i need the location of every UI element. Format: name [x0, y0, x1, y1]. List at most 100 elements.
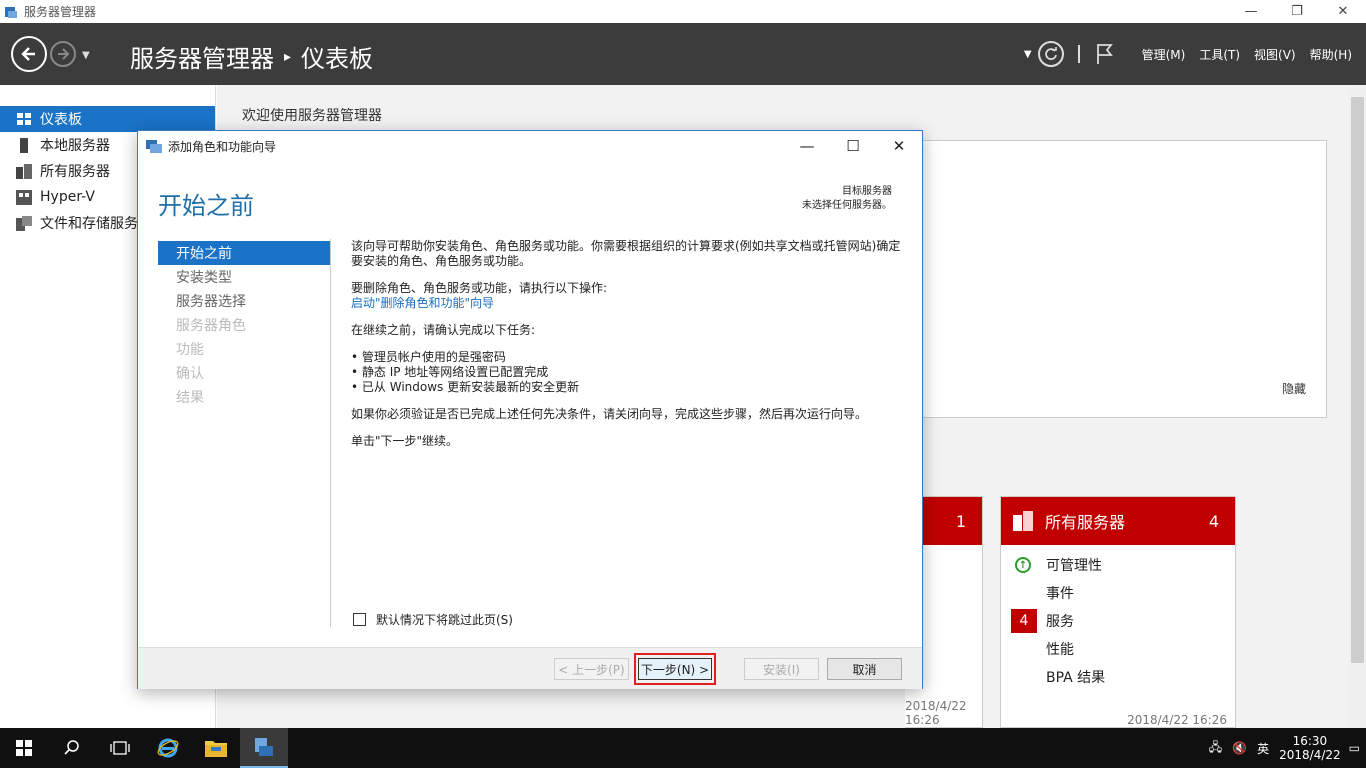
sidebar-item-dashboard[interactable]: 仪表板 — [0, 106, 215, 132]
skip-page-option[interactable]: 默认情况下将跳过此页(S) — [353, 611, 513, 628]
step-server-roles: 服务器角色 — [176, 318, 246, 334]
search-icon — [64, 740, 79, 755]
maximize-button[interactable]: ❐ — [1274, 0, 1320, 23]
hyperv-icon — [16, 189, 32, 205]
sidebar-item-label: 所有服务器 — [40, 164, 110, 180]
start-button[interactable] — [0, 728, 48, 768]
breadcrumb-root[interactable]: 服务器管理器 — [130, 39, 274, 74]
windows-icon — [16, 740, 32, 756]
prereq-list: 管理员帐户使用的是强密码 静态 IP 地址等网络设置已配置完成 已从 Windo… — [351, 350, 906, 395]
tile-row-bpa[interactable]: BPA 结果 — [1001, 663, 1235, 691]
taskbar-server-manager[interactable] — [240, 728, 288, 768]
verify-paragraph: 如果你必须验证是否已完成上述任何先决条件，请关闭向导，完成这些步骤，然后再次运行… — [351, 407, 868, 421]
steps-divider — [330, 239, 331, 627]
alert-badge: 4 — [1011, 609, 1037, 633]
tile-row-performance[interactable]: 性能 — [1001, 635, 1235, 663]
hide-link[interactable]: 隐藏 — [1282, 380, 1306, 397]
tile-row-services[interactable]: 4 服务 — [1001, 607, 1235, 635]
menu-manage[interactable]: 管理(M) — [1142, 46, 1186, 63]
skip-page-checkbox[interactable] — [353, 613, 366, 626]
tile-title: 所有服务器 — [1045, 513, 1126, 532]
network-icon[interactable]: 🖧 — [1209, 738, 1222, 759]
tile-row-label: 性能 — [1046, 642, 1074, 658]
servers-icon — [16, 163, 32, 179]
task-view-button[interactable] — [96, 728, 144, 768]
previous-button: < 上一步(P) — [554, 658, 629, 680]
breadcrumb-separator-icon: ▸ — [284, 48, 292, 65]
menu-help[interactable]: 帮助(H) — [1310, 46, 1352, 63]
close-button[interactable]: ✕ — [1320, 0, 1366, 23]
input-method-indicator[interactable]: 英 — [1257, 740, 1269, 757]
remove-roles-link[interactable]: 启动"删除角色和功能"向导 — [351, 296, 494, 310]
clock-date: 2018/4/22 — [1279, 748, 1341, 762]
tile-row-label: 服务 — [1046, 614, 1074, 630]
install-button: 安装(I) — [744, 658, 819, 680]
main-scrollbar[interactable] — [1349, 85, 1366, 728]
step-installation-type[interactable]: 安装类型 — [158, 265, 330, 289]
wizard-content: 该向导可帮助你安装角色、角色服务或功能。你需要根据组织的计算要求(例如共享文档或… — [351, 239, 906, 461]
continue-hint: 单击"下一步"继续。 — [351, 434, 459, 448]
prereq-heading: 在继续之前，请确认完成以下任务: — [351, 323, 536, 337]
volume-icon[interactable]: 🔇 — [1232, 741, 1247, 755]
window-title: 服务器管理器 — [24, 5, 97, 19]
target-server-info: 目标服务器 未选择任何服务器。 — [802, 185, 892, 213]
tile-count: 4 — [1208, 511, 1219, 531]
sidebar-item-label: 仪表板 — [40, 112, 82, 128]
tile-timestamp: 2018/4/22 16:26 — [905, 699, 967, 727]
taskbar-file-explorer[interactable] — [192, 728, 240, 768]
dialog-heading: 开始之前 — [158, 192, 254, 220]
server-manager-icon — [255, 738, 273, 756]
clock[interactable]: 16:30 2018/4/22 — [1279, 734, 1341, 762]
status-ok-icon: ↑ — [1015, 557, 1031, 573]
window-titlebar: 服务器管理器 — ❐ ✕ — [0, 0, 1366, 23]
dropdown-icon[interactable]: ▼ — [1024, 49, 1032, 60]
step-server-selection[interactable]: 服务器选择 — [158, 289, 330, 313]
scrollbar-thumb[interactable] — [1351, 97, 1364, 663]
task-view-icon — [110, 741, 130, 755]
remove-instructions: 要删除角色、角色服务或功能，请执行以下操作: — [351, 281, 608, 295]
system-tray: 🖧 🔇 英 16:30 2018/4/22 ▭ — [1209, 728, 1366, 768]
tile-row-label: BPA 结果 — [1046, 670, 1106, 686]
dialog-minimize-button[interactable]: — — [784, 131, 830, 161]
server-icon — [16, 137, 32, 153]
storage-icon — [16, 215, 32, 231]
forward-button[interactable] — [50, 41, 76, 67]
wizard-icon — [146, 140, 162, 153]
taskbar: 🖧 🔇 英 16:30 2018/4/22 ▭ — [0, 728, 1366, 768]
step-confirmation: 确认 — [176, 366, 204, 382]
step-before-you-begin[interactable]: 开始之前 — [158, 241, 330, 265]
step-features: 功能 — [176, 342, 204, 358]
tile-header[interactable]: 所有服务器 4 — [1001, 497, 1235, 545]
intro-paragraph: 该向导可帮助你安装角色、角色服务或功能。你需要根据组织的计算要求(例如共享文档或… — [351, 239, 901, 268]
search-button[interactable] — [48, 728, 96, 768]
tile-all-servers[interactable]: 所有服务器 4 ↑ 可管理性 事件 4 服务 性能 BPA 结果 2018/4/… — [1000, 496, 1236, 728]
tile-row-label: 事件 — [1046, 586, 1074, 602]
tile-row-manageability[interactable]: ↑ 可管理性 — [1001, 551, 1235, 579]
tile-row-events[interactable]: 事件 — [1001, 579, 1235, 607]
minimize-button[interactable]: — — [1228, 0, 1274, 23]
sidebar-item-label: 文件和存储服务 — [40, 216, 138, 232]
server-manager-icon — [5, 6, 17, 18]
dashboard-icon — [16, 111, 32, 127]
back-button[interactable] — [11, 36, 47, 72]
dialog-close-button[interactable]: ✕ — [876, 131, 922, 161]
wizard-steps: 开始之前 安装类型 服务器选择 服务器角色 功能 确认 结果 — [158, 241, 330, 409]
skip-page-label: 默认情况下将跳过此页(S) — [376, 613, 513, 627]
breadcrumb: 服务器管理器 ▸ 仪表板 — [130, 39, 373, 74]
menu-view[interactable]: 视图(V) — [1254, 46, 1296, 63]
tile-count: 1 — [955, 511, 966, 531]
breadcrumb-page: 仪表板 — [301, 45, 374, 73]
target-server-value: 未选择任何服务器。 — [802, 200, 892, 211]
cancel-button[interactable]: 取消 — [827, 658, 902, 680]
menu-tools[interactable]: 工具(T) — [1199, 46, 1240, 63]
history-dropdown-icon[interactable]: ▼ — [82, 50, 90, 61]
refresh-button[interactable] — [1037, 41, 1064, 67]
notifications-flag-icon[interactable] — [1096, 43, 1114, 65]
folder-icon — [205, 741, 227, 757]
refresh-icon — [1044, 47, 1057, 60]
taskbar-ie[interactable] — [144, 728, 192, 768]
notifications-icon[interactable]: ▭ — [1349, 741, 1360, 755]
next-button[interactable]: 下一步(N) > — [638, 658, 712, 680]
dialog-maximize-button[interactable]: ☐ — [830, 131, 876, 161]
list-item: 静态 IP 地址等网络设置已配置完成 — [351, 365, 906, 380]
